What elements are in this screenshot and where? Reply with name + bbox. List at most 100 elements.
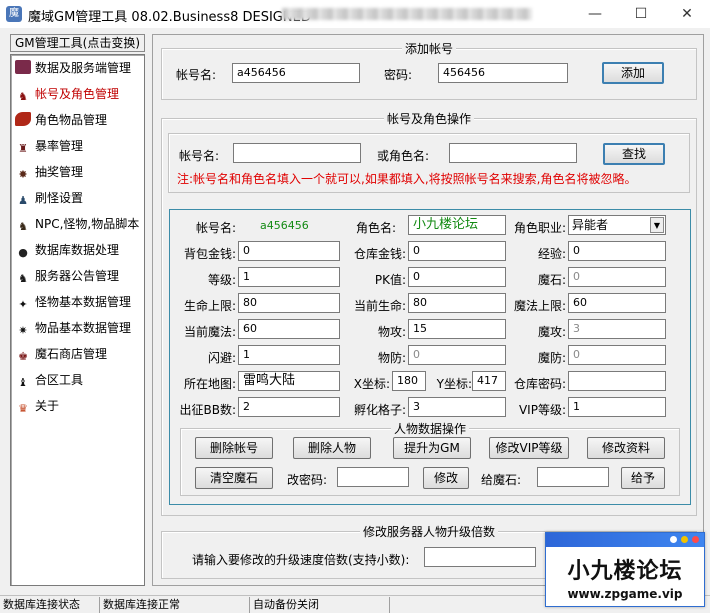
y-input[interactable]: 417: [472, 371, 506, 391]
dragon-icon: ✷: [18, 324, 28, 337]
modify-vip-button[interactable]: 修改VIP等级: [489, 437, 569, 459]
minimize-button[interactable]: —: [572, 0, 618, 28]
clear-stone-button[interactable]: 清空魔石: [195, 467, 273, 489]
add-password-label: 密码:: [384, 68, 413, 82]
sidebar-toggle-header[interactable]: GM管理工具(点击变换): [10, 34, 145, 52]
delete-role-button[interactable]: 删除人物: [293, 437, 371, 459]
info-vip-label: VIP等级:: [518, 403, 566, 417]
blurred-title-region: [282, 8, 532, 20]
map-input[interactable]: 雷鸣大陆: [238, 371, 340, 391]
sidebar-item-server-data[interactable]: 数据及服务端管理: [15, 58, 143, 78]
sidebar-item-role-items[interactable]: 角色物品管理: [15, 110, 143, 130]
hp-input[interactable]: 80: [408, 293, 506, 313]
sidebar-item-item-data[interactable]: ✷ 物品基本数据管理: [15, 318, 143, 338]
hp-max-input[interactable]: 80: [238, 293, 340, 313]
db-state-value: 数据库连接正常: [100, 597, 250, 613]
exp-input[interactable]: 0: [568, 241, 666, 261]
app-body: GM管理工具(点击变换) 数据及服务端管理 ♞ 帐号及角色管理 角色物品管理 ♜ 暴…: [0, 28, 710, 595]
sidebar-item-merge-tool[interactable]: ♝ 合区工具: [15, 370, 143, 390]
info-map-label: 所在地图:: [183, 377, 236, 391]
info-mp-max-label: 魔法上限:: [513, 299, 566, 313]
search-group: 帐号名: 或角色名: 查找 注:帐号名和角色名填入一个就可以,如果都填入,将按照…: [168, 133, 690, 193]
mdef-input[interactable]: 0: [568, 345, 666, 365]
change-password-label: 改密码:: [287, 473, 328, 487]
matk-input[interactable]: 3: [568, 319, 666, 339]
info-bb-label: 出征BB数:: [179, 403, 236, 417]
data-ops-title: 人物数据操作: [390, 422, 469, 436]
server-rate-title: 修改服务器人物升级倍数: [359, 525, 498, 539]
info-exp-label: 经验:: [537, 247, 566, 261]
level-input[interactable]: 1: [238, 267, 340, 287]
hatch-input[interactable]: 3: [408, 397, 506, 417]
dodge-input[interactable]: 1: [238, 345, 340, 365]
cat-icon: ♛: [18, 402, 28, 415]
search-role-input[interactable]: [449, 143, 577, 163]
watermark-dot-icon: [692, 536, 699, 543]
info-level-label: 等级:: [207, 273, 236, 287]
search-account-label: 帐号名:: [179, 149, 220, 163]
magic-stone-input: 0: [568, 267, 666, 287]
bird-icon: ●: [18, 246, 28, 259]
sidebar-item-scripts[interactable]: ♞ NPC,怪物,物品脚本: [15, 214, 143, 234]
add-password-input[interactable]: 456456: [438, 63, 568, 83]
mp-max-input[interactable]: 60: [568, 293, 666, 313]
account-ops-title: 帐号及角色操作: [383, 112, 474, 126]
maximize-button[interactable]: ☐: [618, 0, 664, 28]
info-mp-label: 当前魔法:: [183, 325, 236, 339]
sidebar-item-monster-data[interactable]: ✦ 怪物基本数据管理: [15, 292, 143, 312]
info-job-label: 角色职业:: [513, 221, 566, 235]
raven-icon: ✦: [18, 298, 28, 311]
add-account-button[interactable]: 添加: [602, 62, 664, 84]
give-stone-label: 给魔石:: [481, 473, 522, 487]
x-input[interactable]: 180: [392, 371, 426, 391]
info-patk-label: 物攻:: [377, 325, 406, 339]
sidebar-item-about[interactable]: ♛ 关于: [15, 396, 143, 416]
search-account-input[interactable]: [233, 143, 361, 163]
job-select[interactable]: 异能者 ▼: [568, 215, 666, 235]
sidebar-item-announcement[interactable]: ♞ 服务器公告管理: [15, 266, 143, 286]
window-title: 魔域GM管理工具 08.02.Business8 DESIGNED: [28, 10, 311, 25]
bb-input[interactable]: 2: [238, 397, 340, 417]
info-pk-label: PK值:: [374, 273, 406, 287]
info-role-input[interactable]: 小九楼论坛: [408, 215, 506, 235]
chevron-down-icon[interactable]: ▼: [650, 217, 664, 233]
account-ops-group: 帐号及角色操作 帐号名: 或角色名: 查找 注:帐号名和角色名填入一个就可以,如…: [161, 112, 697, 516]
add-account-name-input[interactable]: a456456: [232, 63, 360, 83]
pk-input[interactable]: 0: [408, 267, 506, 287]
delete-account-button[interactable]: 删除帐号: [195, 437, 273, 459]
info-magic-stone-label: 魔石:: [537, 273, 566, 287]
server-rate-input[interactable]: [424, 547, 536, 567]
search-button[interactable]: 查找: [603, 143, 665, 165]
sidebar-item-drop-rate[interactable]: ♜ 暴率管理: [15, 136, 143, 156]
feather-icon: [15, 112, 31, 126]
creature-icon: ♜: [18, 142, 28, 155]
sidebar-item-spawn[interactable]: ♟ 刷怪设置: [15, 188, 143, 208]
give-stone-button[interactable]: 给予: [621, 467, 665, 489]
knight-icon: ♚: [18, 350, 28, 363]
game-app-icon: 魔: [6, 6, 22, 22]
sidebar-item-database[interactable]: ● 数据库数据处理: [15, 240, 143, 260]
store-password-input[interactable]: [568, 371, 666, 391]
modify-password-button[interactable]: 修改: [423, 467, 469, 489]
watermark-dot-icon: [681, 536, 688, 543]
sidebar-item-lottery[interactable]: ✸ 抽奖管理: [15, 162, 143, 182]
book-icon: [15, 60, 31, 74]
info-pdef-label: 物防:: [377, 351, 406, 365]
give-stone-input[interactable]: [537, 467, 609, 487]
mp-input[interactable]: 60: [238, 319, 340, 339]
bag-money-input[interactable]: 0: [238, 241, 340, 261]
pdef-input[interactable]: 0: [408, 345, 506, 365]
store-money-input[interactable]: 0: [408, 241, 506, 261]
info-store-pwd-label: 仓库密码:: [513, 377, 566, 391]
modify-info-button[interactable]: 修改资料: [587, 437, 665, 459]
change-password-input[interactable]: [337, 467, 409, 487]
make-gm-button[interactable]: 提升为GM: [393, 437, 471, 459]
role-info-panel: 帐号名: a456456 角色名: 小九楼论坛 角色职业: 异能者 ▼ 背包金钱…: [169, 209, 691, 505]
db-state-label: 数据库连接状态: [0, 597, 100, 613]
info-y-label: Y坐标:: [436, 377, 472, 391]
vip-input[interactable]: 1: [568, 397, 666, 417]
sidebar-item-stone-shop[interactable]: ♚ 魔石商店管理: [15, 344, 143, 364]
close-button[interactable]: ✕: [664, 0, 710, 28]
patk-input[interactable]: 15: [408, 319, 506, 339]
sidebar-item-account-role[interactable]: ♞ 帐号及角色管理: [15, 84, 143, 104]
